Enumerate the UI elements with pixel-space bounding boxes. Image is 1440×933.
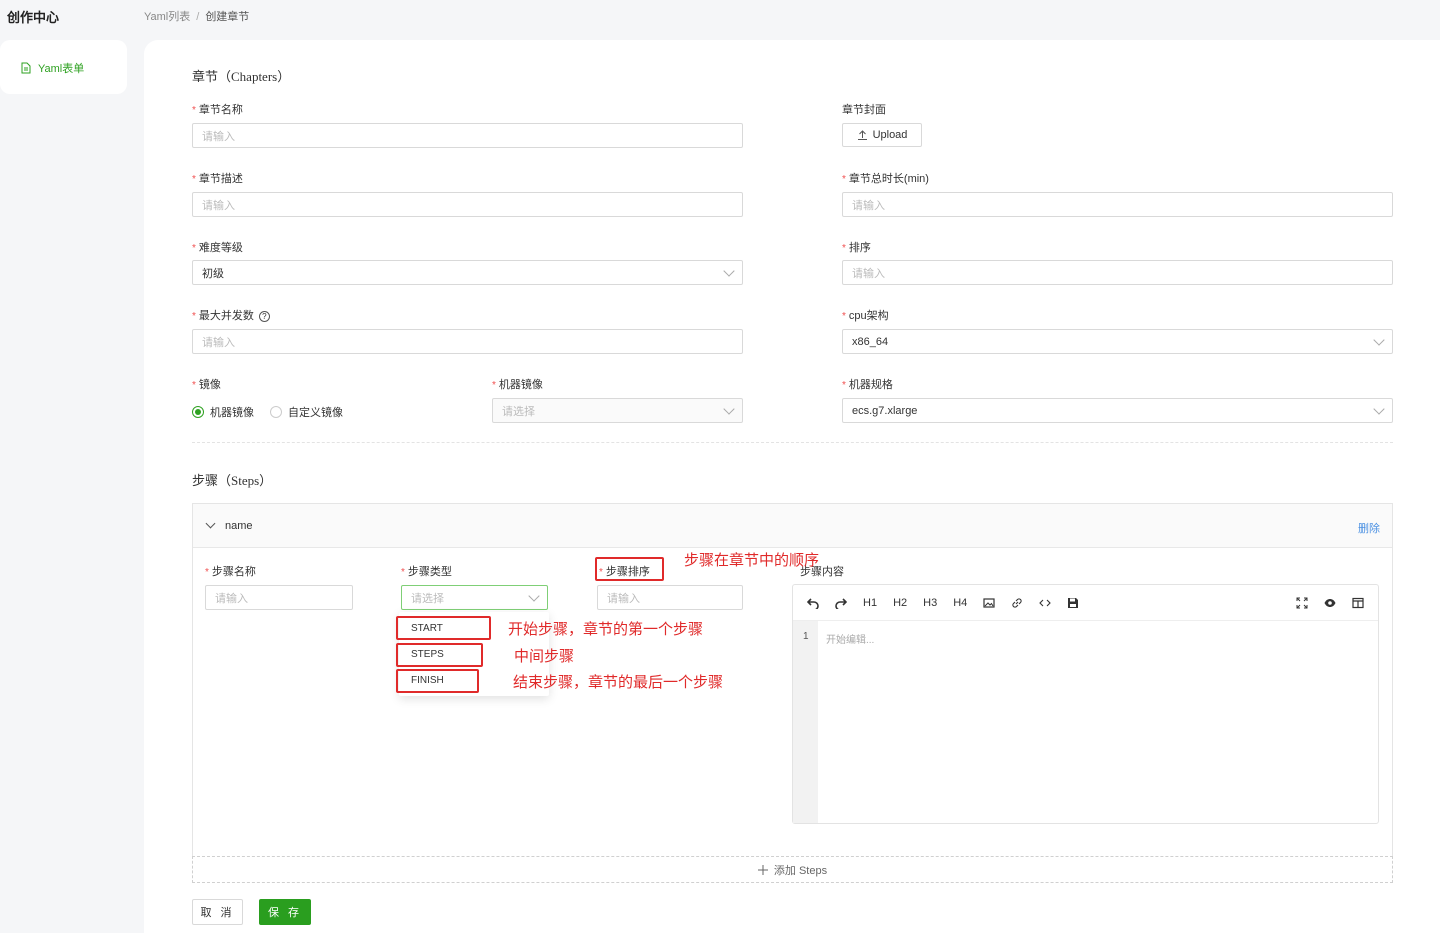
editor-toolbar: H1 H2 H3 H4 xyxy=(793,585,1378,621)
preview-icon[interactable] xyxy=(1324,597,1336,609)
step-name-input[interactable]: 请输入 xyxy=(205,585,353,610)
annotation-finish: 结束步骤，章节的最后一个步骤 xyxy=(513,673,724,691)
step-type-label: * 步骤类型 xyxy=(401,566,452,578)
step-panel-name: name xyxy=(225,520,253,532)
chapter-duration-input[interactable]: 请输入 xyxy=(842,192,1393,217)
code-icon[interactable] xyxy=(1039,597,1052,609)
editor-placeholder[interactable]: 开始编辑... xyxy=(826,631,874,646)
steps-highlight-box xyxy=(396,643,483,667)
step-name-label: * 步骤名称 xyxy=(205,566,256,578)
breadcrumb-separator: / xyxy=(196,11,200,23)
chapter-desc-input[interactable]: 请输入 xyxy=(192,192,743,217)
line-number: 1 xyxy=(803,631,809,642)
chapter-desc-label: * 章节描述 xyxy=(192,173,243,185)
undo-icon[interactable] xyxy=(807,597,819,609)
delete-step-link[interactable]: 删除 xyxy=(1358,520,1380,536)
save-button[interactable]: 保 存 xyxy=(259,899,311,925)
chapter-name-label: * 章节名称 xyxy=(192,104,243,116)
sidebar-item-yaml-form[interactable]: Yaml表单 xyxy=(20,60,84,76)
h3-button[interactable]: H3 xyxy=(923,597,937,609)
annotation-steps: 中间步骤 xyxy=(514,647,575,665)
divider xyxy=(192,442,1393,443)
machine-spec-label: * 机器规格 xyxy=(842,379,893,391)
start-highlight-box xyxy=(396,616,491,640)
difficulty-select[interactable]: 初级 xyxy=(192,260,743,285)
step-order-highlight-box xyxy=(595,557,664,581)
app-title: 创作中心 xyxy=(7,10,60,25)
finish-highlight-box xyxy=(396,669,479,693)
help-icon[interactable]: ? xyxy=(258,310,270,322)
image-label: * 镜像 xyxy=(192,379,221,391)
chevron-down-icon xyxy=(528,589,540,602)
step-order-input[interactable]: 请输入 xyxy=(597,585,743,610)
file-icon xyxy=(21,62,31,74)
order-input[interactable]: 请输入 xyxy=(842,260,1393,285)
radio-unchecked-icon xyxy=(270,406,282,418)
plus-icon xyxy=(757,864,768,875)
machine-image-select[interactable]: 请选择 xyxy=(492,398,743,423)
breadcrumb-item-yaml-list[interactable]: Yaml列表 xyxy=(144,11,190,23)
h2-button[interactable]: H2 xyxy=(893,597,907,609)
annotation-start: 开始步骤，章节的第一个步骤 xyxy=(508,620,704,638)
split-view-icon[interactable] xyxy=(1352,597,1364,609)
upload-button[interactable]: Upload xyxy=(842,123,922,147)
cancel-button[interactable]: 取 消 xyxy=(192,899,243,925)
add-steps-button[interactable]: 添加 Steps xyxy=(192,856,1393,883)
h4-button[interactable]: H4 xyxy=(953,597,967,609)
radio-custom-image[interactable]: 自定义镜像 xyxy=(270,404,343,420)
chapter-name-input[interactable]: 请输入 xyxy=(192,123,743,148)
machine-spec-select[interactable]: ecs.g7.xlarge xyxy=(842,398,1393,423)
save-icon[interactable] xyxy=(1067,597,1079,609)
steps-section-title: 步骤（Steps） xyxy=(192,473,273,488)
concurrency-input[interactable]: 请输入 xyxy=(192,329,743,354)
order-label: * 排序 xyxy=(842,242,871,254)
redo-icon[interactable] xyxy=(835,597,847,609)
concurrency-label: * 最大并发数? xyxy=(192,307,270,323)
cpu-arch-label: * cpu架构 xyxy=(842,310,889,322)
chevron-down-icon xyxy=(1373,333,1385,346)
step-type-select[interactable]: 请选择 xyxy=(401,585,548,610)
annotation-order: 步骤在章节中的顺序 xyxy=(684,551,820,569)
machine-image-label: * 机器镜像 xyxy=(492,379,543,391)
chapters-section-title: 章节（Chapters） xyxy=(192,69,291,84)
radio-machine-image[interactable]: 机器镜像 xyxy=(192,404,254,420)
link-icon[interactable] xyxy=(1011,597,1023,609)
breadcrumb: Yaml列表 / 创建章节 xyxy=(144,8,249,24)
chevron-down-icon[interactable] xyxy=(205,518,216,529)
radio-checked-icon xyxy=(192,406,204,418)
fullscreen-icon[interactable] xyxy=(1296,597,1308,609)
sidebar-item-label: Yaml表单 xyxy=(38,63,85,75)
editor-gutter xyxy=(793,621,818,823)
cpu-arch-select[interactable]: x86_64 xyxy=(842,329,1393,354)
chapter-cover-label: 章节封面 xyxy=(842,104,886,116)
markdown-editor[interactable]: H1 H2 H3 H4 1 开始编辑... xyxy=(792,584,1379,824)
difficulty-label: * 难度等级 xyxy=(192,242,243,254)
chevron-down-icon xyxy=(1373,402,1385,415)
upload-icon xyxy=(857,129,867,140)
h1-button[interactable]: H1 xyxy=(863,597,877,609)
chevron-down-icon xyxy=(723,402,735,415)
chevron-down-icon xyxy=(723,264,735,277)
chapter-duration-label: * 章节总时长(min) xyxy=(842,173,929,185)
breadcrumb-item-current: 创建章节 xyxy=(205,11,250,23)
image-icon[interactable] xyxy=(983,597,995,609)
step-panel-header[interactable]: name 删除 xyxy=(193,504,1392,548)
sidebar: Yaml表单 xyxy=(0,40,127,94)
